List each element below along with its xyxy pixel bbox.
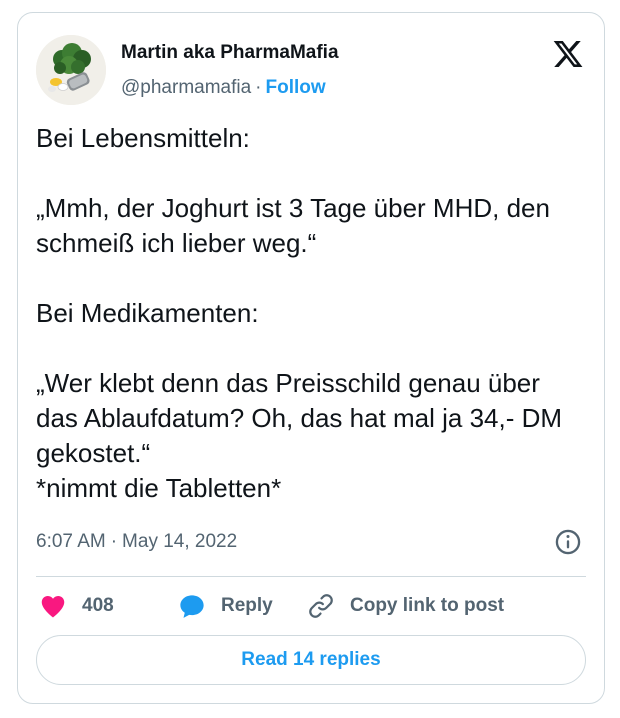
action-bar: 408 Reply Copy link to post bbox=[36, 588, 586, 624]
tweet-text: Bei Lebensmitteln: „Mmh, der Joghurt ist… bbox=[36, 123, 563, 503]
avatar[interactable] bbox=[36, 35, 106, 105]
follow-button[interactable]: Follow bbox=[266, 77, 326, 98]
timestamp-separator: · bbox=[110, 531, 118, 552]
reply-button[interactable]: Reply bbox=[177, 588, 273, 624]
author-handle[interactable]: @pharmamafia bbox=[121, 77, 251, 98]
like-button[interactable]: 408 bbox=[38, 588, 114, 624]
tweet-timestamp[interactable]: 6:07 AM · May 14, 2022 bbox=[36, 530, 237, 554]
plant-pills-avatar-icon bbox=[36, 35, 106, 105]
tweet-card: Martin aka PharmaMafia @pharmamafia · Foll… bbox=[17, 12, 605, 704]
reply-bubble-icon bbox=[180, 595, 204, 618]
tweet-date: May 14, 2022 bbox=[122, 531, 238, 552]
read-replies-label: Read 14 replies bbox=[241, 649, 381, 670]
read-replies-button[interactable]: Read 14 replies bbox=[36, 635, 586, 685]
info-icon[interactable] bbox=[554, 528, 582, 556]
author-block: Martin aka PharmaMafia @pharmamafia · Foll… bbox=[121, 41, 339, 100]
author-name[interactable]: Martin aka PharmaMafia bbox=[121, 41, 339, 65]
handle-line: @pharmamafia · Follow bbox=[121, 76, 339, 100]
divider bbox=[36, 576, 586, 577]
copy-link-label: Copy link to post bbox=[350, 595, 505, 616]
copy-link-button[interactable]: Copy link to post bbox=[306, 588, 504, 624]
tweet-time: 6:07 AM bbox=[36, 531, 106, 552]
link-icon bbox=[309, 594, 333, 618]
tweet-header: Martin aka PharmaMafia @pharmamafia · Foll… bbox=[36, 35, 586, 105]
like-count: 408 bbox=[82, 595, 114, 616]
heart-icon bbox=[41, 596, 65, 618]
x-logo-icon[interactable] bbox=[552, 38, 584, 70]
handle-separator: · bbox=[255, 77, 262, 98]
reply-label: Reply bbox=[221, 595, 273, 616]
